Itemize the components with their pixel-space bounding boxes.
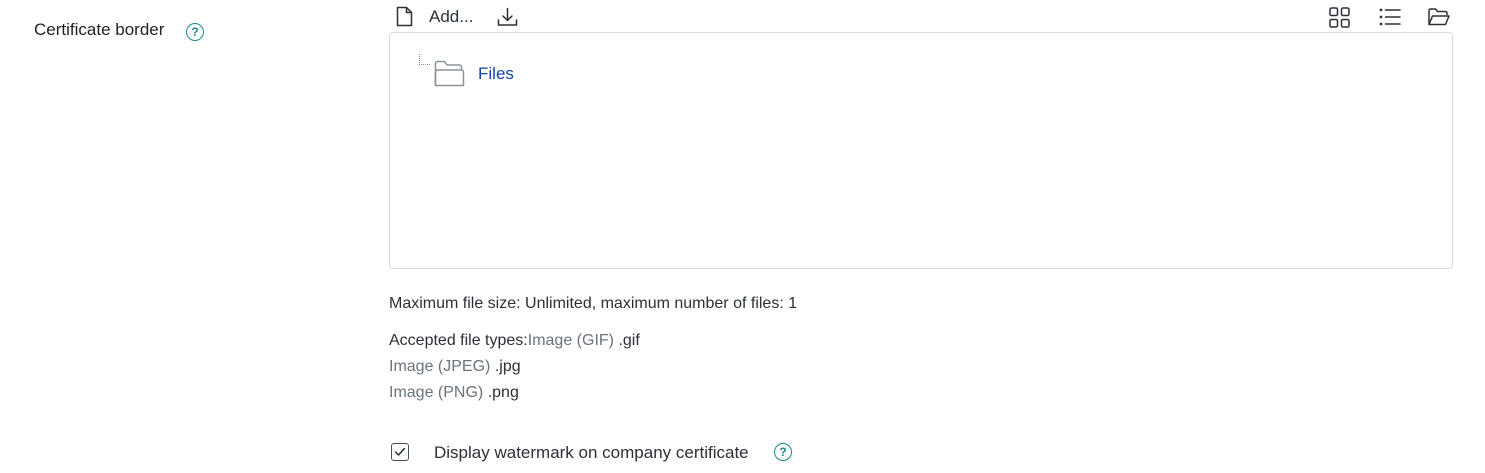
file-limits-text: Maximum file size: Unlimited, maximum nu… (389, 295, 798, 312)
accepted-types-line-1: Accepted file types:Image (GIF) .gif (389, 332, 640, 350)
folder-open-icon (1428, 8, 1450, 26)
folder-node-files[interactable]: Files (434, 60, 514, 88)
accepted-types-label: Accepted file types: (389, 332, 528, 349)
watermark-checkbox[interactable] (391, 443, 409, 461)
file-type-ext: .jpg (494, 358, 521, 375)
file-type-name: Image (PNG) (389, 384, 484, 401)
view-list-button[interactable] (1379, 8, 1401, 26)
view-icons-button[interactable] (1329, 7, 1350, 28)
file-type-ext: .gif (618, 332, 640, 349)
file-icon (396, 6, 413, 27)
view-tree-button[interactable] (1428, 8, 1450, 26)
list-icon (1379, 8, 1401, 26)
file-type-name: Image (GIF) (527, 332, 614, 349)
file-manager-field: Certificate border ? Add... Files Maximu… (0, 0, 1485, 473)
download-button[interactable] (497, 7, 518, 27)
folder-icon (434, 60, 465, 87)
folder-link-files[interactable]: Files (478, 64, 514, 84)
file-type-ext: .png (487, 384, 519, 401)
accepted-types-line-3: Image (PNG) .png (389, 384, 519, 402)
grid-icon (1329, 7, 1350, 28)
download-icon (497, 7, 518, 26)
watermark-help-icon[interactable]: ? (774, 443, 792, 461)
accepted-types-line-2: Image (JPEG) .jpg (389, 358, 521, 376)
file-tree-area[interactable]: Files (389, 32, 1453, 269)
file-type-name: Image (JPEG) (389, 358, 491, 375)
check-icon (394, 447, 406, 456)
add-file-label: Add... (429, 6, 474, 26)
help-icon[interactable]: ? (186, 23, 204, 41)
tree-connector (419, 54, 430, 65)
add-file-button[interactable]: Add... (396, 6, 473, 27)
watermark-label[interactable]: Display watermark on company certificate (434, 443, 749, 463)
field-label: Certificate border (34, 20, 165, 39)
